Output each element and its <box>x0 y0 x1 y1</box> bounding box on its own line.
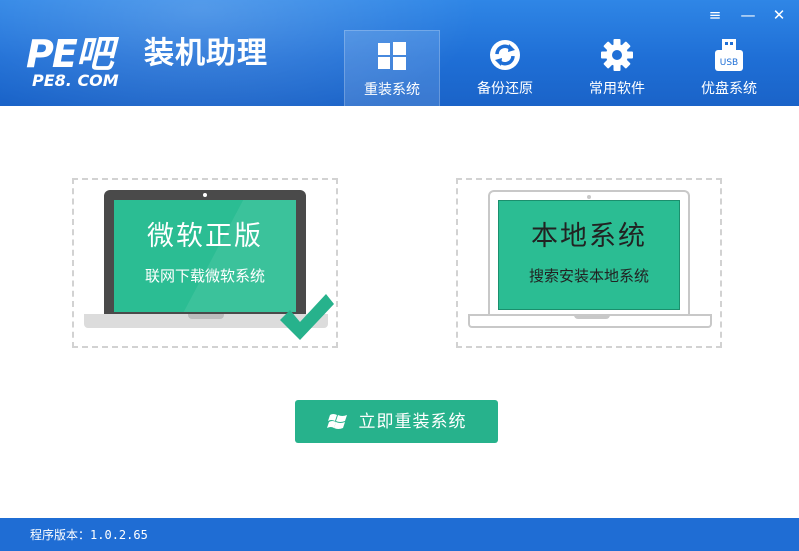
tab-reinstall-system[interactable]: 重装系统 <box>344 30 440 106</box>
option-subtitle: 搜索安装本地系统 <box>528 267 649 285</box>
option-subtitle: 联网下载微软系统 <box>144 267 265 285</box>
version-label: 程序版本： <box>30 528 91 542</box>
app-logo: PE吧 PE8. COM 装机助理 <box>22 32 322 92</box>
menu-button[interactable]: ≡ <box>704 6 726 24</box>
main-tabs: 重装系统 备份还原 常用软件 USB 优盘系统 <box>343 30 799 106</box>
tab-label: 优盘系统 <box>701 81 757 97</box>
windows-flag-icon <box>326 413 347 429</box>
status-bar: 程序版本：1.0.2.65 <box>0 518 799 551</box>
title-bar: PE吧 PE8. COM 装机助理 ≡ — ✕ 重装系统 备份还原 常用软件 U… <box>0 0 799 106</box>
option-title: 本地系统 <box>531 221 647 252</box>
close-button[interactable]: ✕ <box>768 6 790 24</box>
usb-icon: USB <box>712 38 746 72</box>
checkmark-icon <box>280 294 334 340</box>
minimize-button[interactable]: — <box>737 6 759 24</box>
laptop-screen-frame: 微软正版 联网下载微软系统 <box>104 190 306 314</box>
tab-label: 备份还原 <box>477 81 533 97</box>
tab-label: 重装系统 <box>364 82 420 98</box>
start-reinstall-button[interactable]: 立即重装系统 <box>295 400 498 443</box>
sync-icon <box>488 38 522 72</box>
logo-domain: PE8. COM <box>32 71 119 90</box>
tab-label: 常用软件 <box>589 81 645 97</box>
option-local-system[interactable]: 本地系统 搜索安装本地系统 <box>456 178 722 348</box>
laptop-base <box>468 314 712 328</box>
option-screen: 微软正版 联网下载微软系统 <box>114 200 296 312</box>
option-title: 微软正版 <box>147 221 263 252</box>
version-info: 程序版本：1.0.2.65 <box>30 527 148 543</box>
tab-usb-system[interactable]: USB 优盘系统 <box>681 30 777 106</box>
tab-common-software[interactable]: 常用软件 <box>569 30 665 106</box>
laptop-screen-frame: 本地系统 搜索安装本地系统 <box>488 190 690 314</box>
windows-icon <box>375 39 409 73</box>
tab-backup-restore[interactable]: 备份还原 <box>457 30 553 106</box>
gear-icon <box>600 38 634 72</box>
logo-mark: PE吧 <box>26 32 114 76</box>
option-screen: 本地系统 搜索安装本地系统 <box>498 200 680 310</box>
svg-text:USB: USB <box>720 58 738 68</box>
main-content: 微软正版 联网下载微软系统 本地系统 搜索安装本地系统 立即重装系统 <box>0 106 799 518</box>
app-name: 装机助理 <box>144 36 268 71</box>
start-button-label: 立即重装系统 <box>358 411 467 432</box>
option-microsoft-genuine[interactable]: 微软正版 联网下载微软系统 <box>72 178 338 348</box>
version-number: 1.0.2.65 <box>90 528 148 542</box>
